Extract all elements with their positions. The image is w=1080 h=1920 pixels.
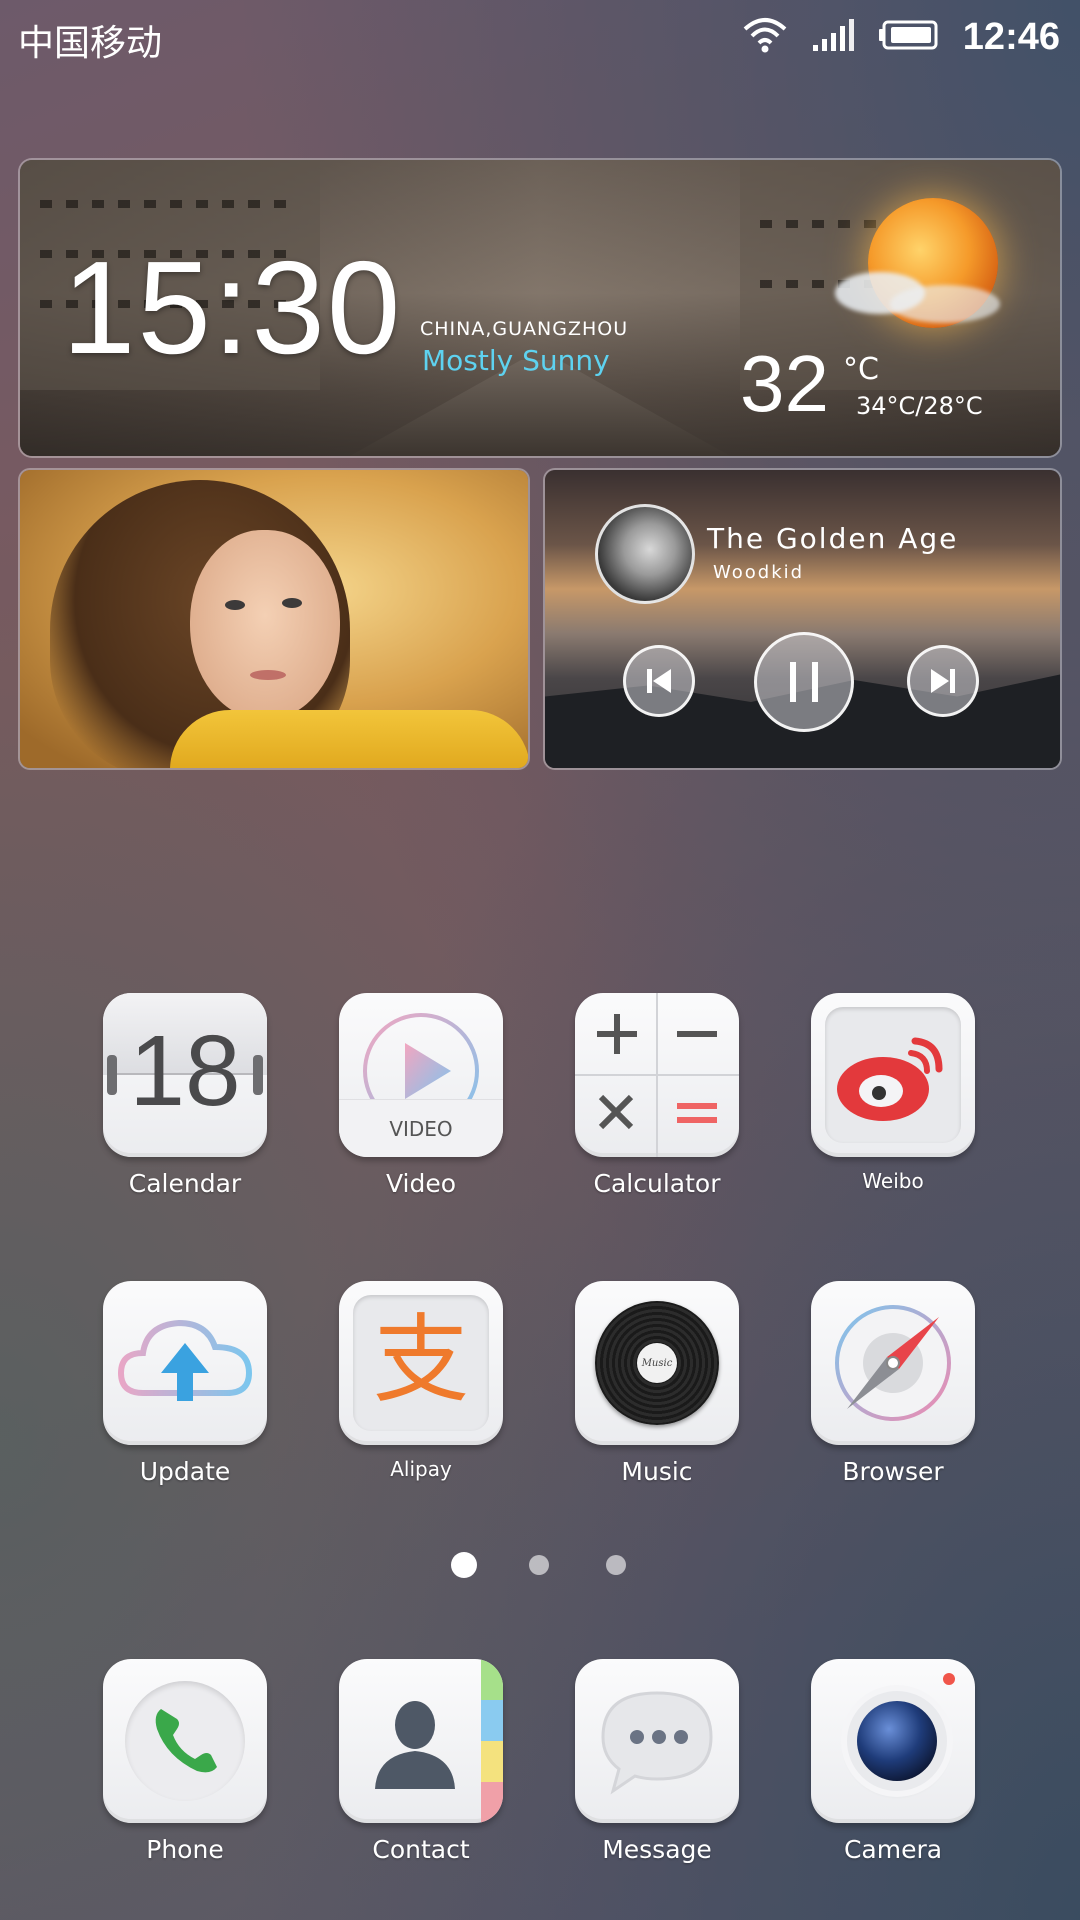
- previous-button[interactable]: [623, 645, 695, 717]
- app-label-camera: Camera: [843, 1835, 943, 1864]
- weather-condition: Mostly Sunny: [422, 344, 610, 377]
- pause-button[interactable]: [754, 632, 854, 732]
- page-dot-active[interactable]: [451, 1552, 477, 1578]
- temperature-range: 34°C/28°C: [856, 392, 983, 420]
- dock-message[interactable]: Message: [572, 1659, 742, 1864]
- battery-icon: [878, 19, 939, 55]
- app-weibo[interactable]: Weibo: [808, 993, 978, 1193]
- previous-icon: [647, 669, 671, 693]
- building-windows: [760, 220, 880, 228]
- chat-bubble-icon: [601, 1691, 713, 1795]
- current-temperature: 32: [740, 339, 829, 428]
- app-label-phone: Phone: [146, 1835, 224, 1864]
- cellular-signal-icon: [811, 17, 855, 57]
- app-label-calendar: Calendar: [128, 1169, 242, 1198]
- app-calendar[interactable]: 18 Calendar: [100, 993, 270, 1198]
- app-label-message: Message: [602, 1835, 712, 1864]
- app-video[interactable]: VIDEO Video: [336, 993, 506, 1198]
- photo-widget[interactable]: [20, 470, 528, 768]
- portrait-shirt: [170, 710, 528, 768]
- video-icon: VIDEO: [339, 993, 503, 1157]
- status-clock: 12:46: [962, 15, 1060, 58]
- calculator-symbols: [597, 1014, 717, 1130]
- contact-icon: [339, 1659, 503, 1823]
- update-icon: [103, 1281, 267, 1445]
- compass-icon: [835, 1305, 951, 1421]
- next-icon: [931, 669, 955, 693]
- page-dot[interactable]: [529, 1555, 549, 1575]
- song-artist: Woodkid: [713, 562, 805, 583]
- next-button[interactable]: [907, 645, 979, 717]
- app-label-video: Video: [385, 1169, 457, 1198]
- app-update[interactable]: Update: [100, 1281, 270, 1486]
- weibo-logo: [837, 1037, 943, 1121]
- portrait-lips: [250, 670, 286, 680]
- pause-icon: [790, 662, 818, 702]
- vinyl-label: Music: [637, 1343, 677, 1383]
- status-bar: 中国移动 12:46: [0, 0, 1080, 76]
- song-title: The Golden Age: [707, 522, 959, 555]
- calendar-day: 18: [129, 1015, 241, 1127]
- dock-contact[interactable]: Contact: [336, 1659, 506, 1864]
- wifi-icon: [743, 17, 787, 57]
- phone-icon: [103, 1659, 267, 1823]
- app-label-calculator: Calculator: [593, 1169, 721, 1198]
- carrier-name: 中国移动: [18, 23, 163, 64]
- calculator-icon: [575, 993, 739, 1157]
- app-label-music: Music: [621, 1457, 693, 1486]
- portrait-eye: [225, 600, 245, 610]
- message-icon: [575, 1659, 739, 1823]
- browser-icon: [811, 1281, 975, 1445]
- vinyl-label-text: Music: [641, 1357, 673, 1369]
- app-alipay[interactable]: 支 Alipay: [336, 1281, 506, 1481]
- app-label-browser: Browser: [842, 1457, 944, 1486]
- calendar-icon: 18: [103, 993, 267, 1157]
- camera-flash-dot: [943, 1673, 955, 1685]
- video-badge-text: VIDEO: [389, 1117, 453, 1141]
- weibo-icon: [811, 993, 975, 1157]
- weather-widget[interactable]: 15:30 CHINA,GUANGZHOU Mostly Sunny 32 °C…: [20, 160, 1060, 456]
- status-icons: 12:46: [743, 12, 1060, 62]
- portrait-face: [190, 530, 340, 720]
- music-widget[interactable]: The Golden Age Woodkid: [545, 470, 1060, 768]
- music-icon: Music: [575, 1281, 739, 1445]
- app-browser[interactable]: Browser: [808, 1281, 978, 1486]
- cloud-upload-icon: [117, 1319, 253, 1401]
- temperature-unit: °C: [843, 352, 879, 387]
- alipay-glyph: 支: [373, 1304, 469, 1416]
- weather-location: CHINA,GUANGZHOU: [420, 318, 629, 340]
- app-label-alipay: Alipay: [390, 1457, 452, 1481]
- widget-time: 15:30: [62, 234, 403, 381]
- dock-phone[interactable]: Phone: [100, 1659, 270, 1864]
- person-icon: [375, 1701, 455, 1789]
- building-windows: [40, 200, 300, 208]
- camera-icon: [811, 1659, 975, 1823]
- app-label-contact: Contact: [372, 1835, 470, 1864]
- handset-icon: [155, 1709, 217, 1773]
- app-calculator[interactable]: Calculator: [572, 993, 742, 1198]
- alipay-icon: 支: [339, 1281, 503, 1445]
- portrait-eye: [282, 598, 302, 608]
- camera-lens: [857, 1701, 937, 1781]
- cloud-shape: [890, 285, 1000, 323]
- app-label-weibo: Weibo: [862, 1169, 924, 1193]
- app-label-update: Update: [139, 1457, 231, 1486]
- page-dot[interactable]: [606, 1555, 626, 1575]
- app-music[interactable]: Music Music: [572, 1281, 742, 1486]
- dock-camera[interactable]: Camera: [808, 1659, 978, 1864]
- album-art[interactable]: [595, 504, 695, 604]
